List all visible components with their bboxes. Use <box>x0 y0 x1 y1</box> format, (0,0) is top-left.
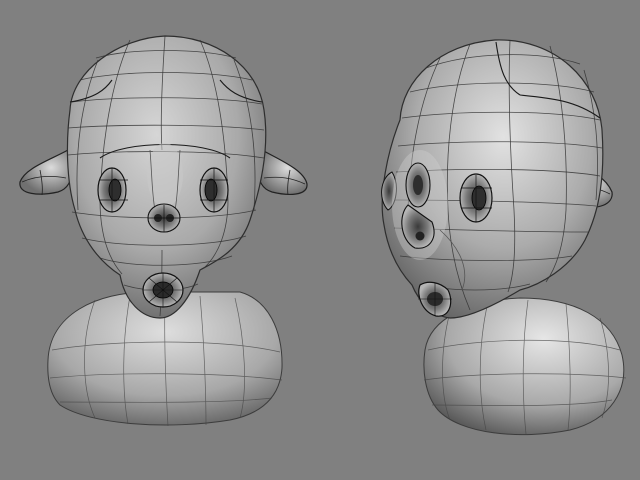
eye-socket-inner <box>405 162 431 208</box>
mouth <box>142 272 184 308</box>
viewport-canvas <box>19 35 627 436</box>
eye-socket-right <box>199 167 229 213</box>
nose <box>147 203 181 233</box>
three-quarter-view-model <box>381 39 627 436</box>
front-view-model <box>19 35 308 427</box>
eye-socket-near <box>459 173 493 223</box>
3d-viewport[interactable] <box>0 0 640 480</box>
